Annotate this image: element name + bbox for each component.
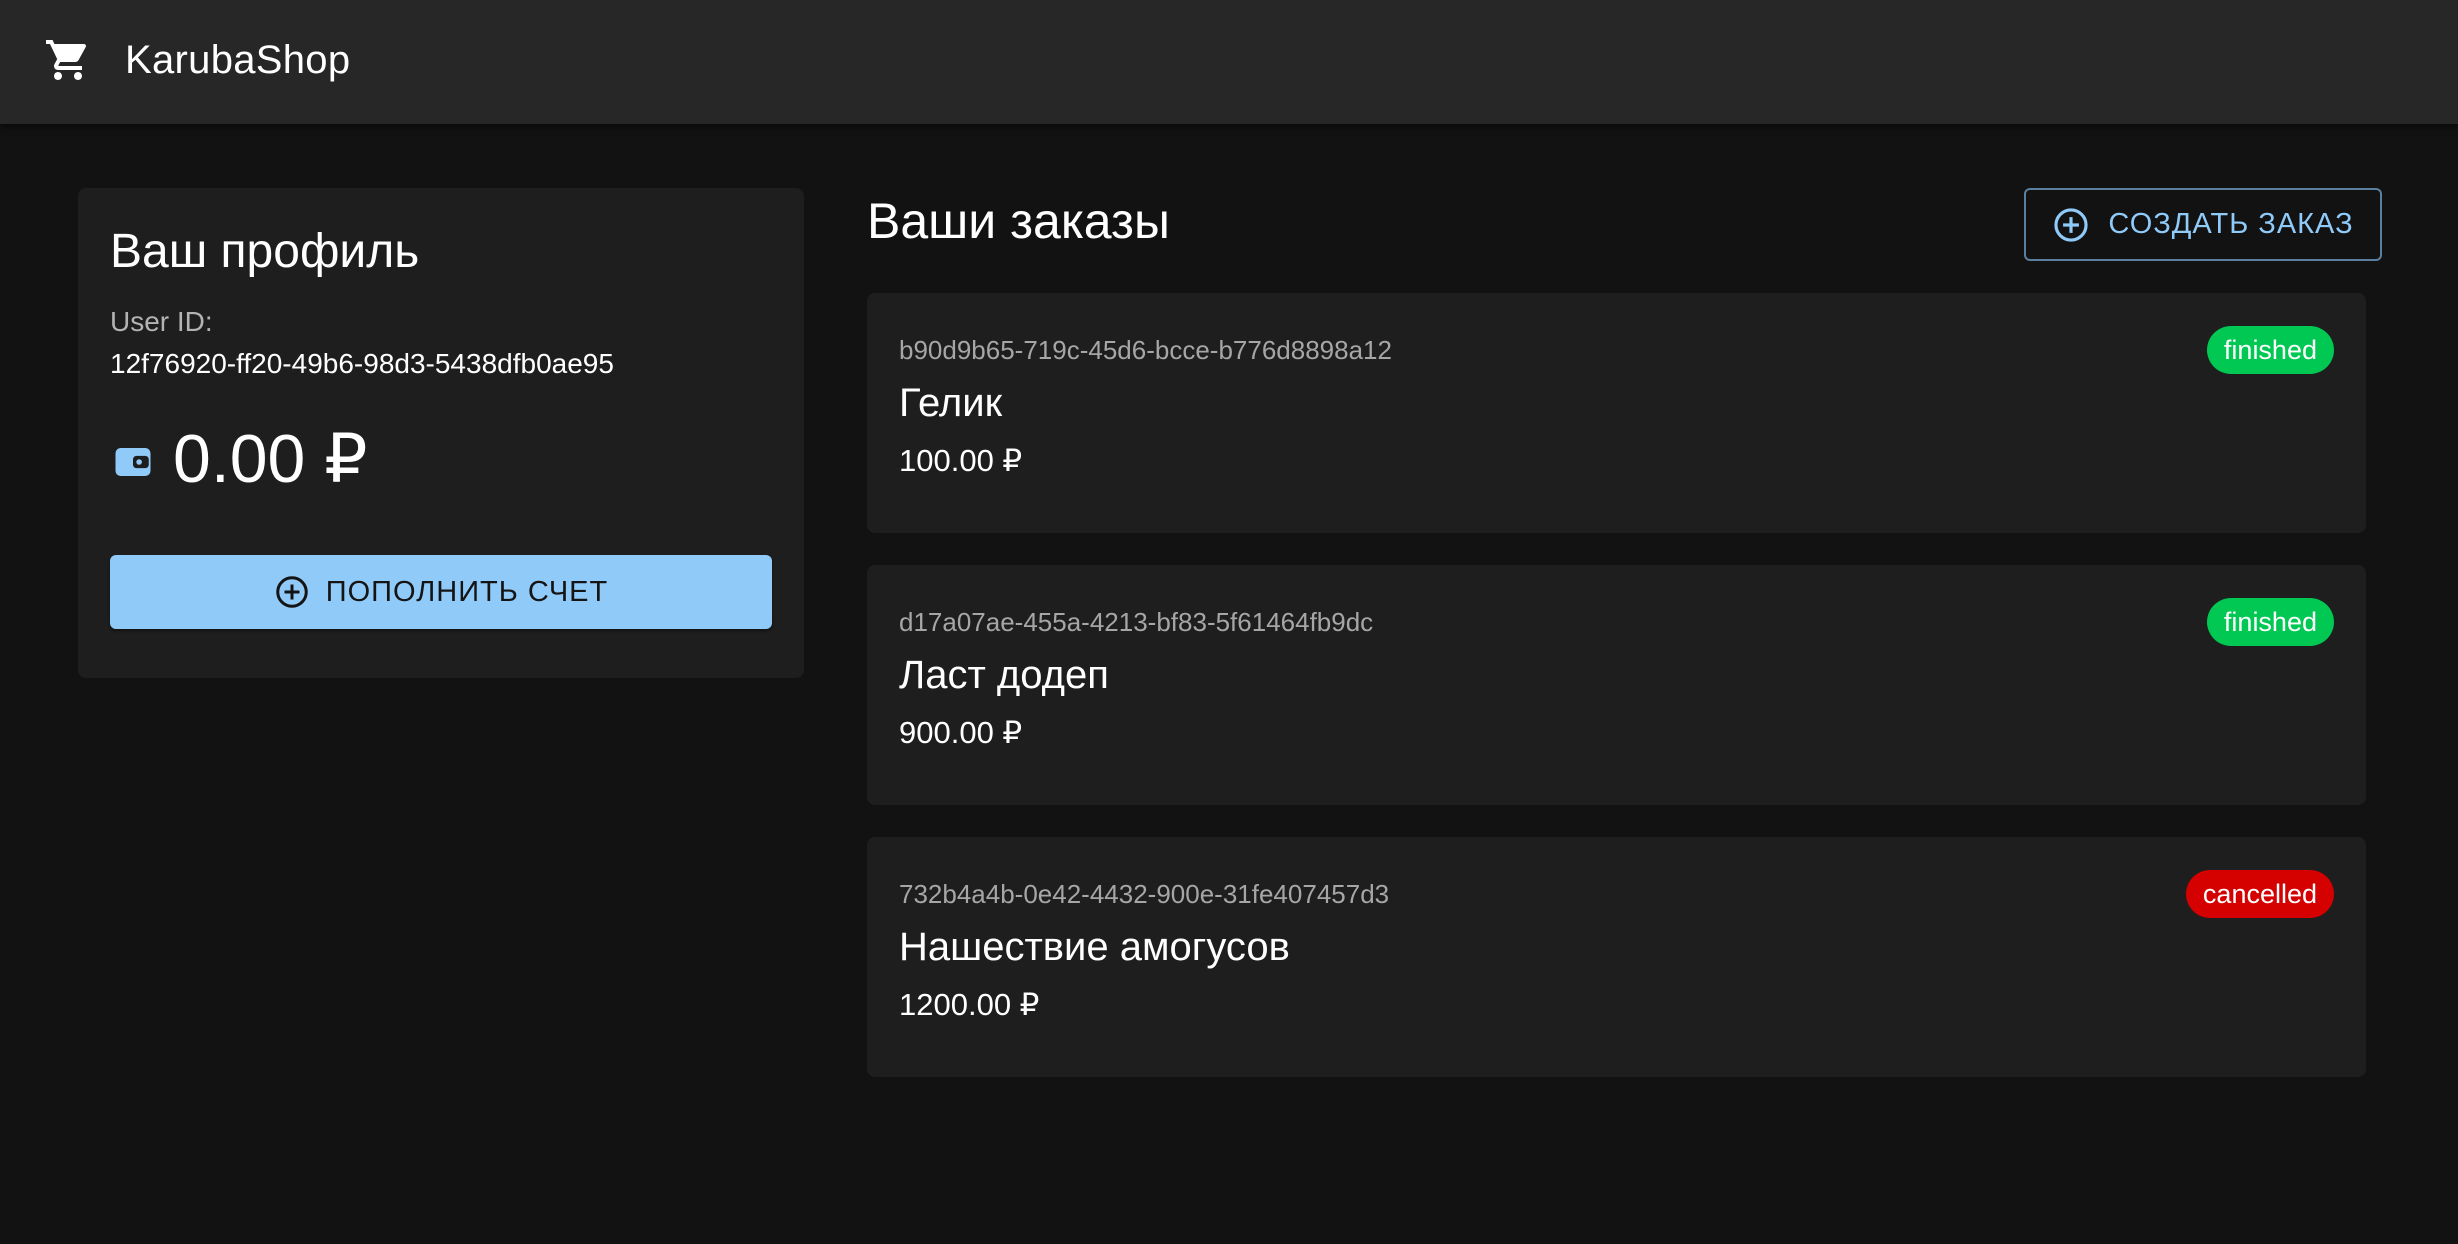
order-card[interactable]: b90d9b65-719c-45d6-bcce-b776d8898a12 Гел… [867,293,2366,533]
shopping-cart-icon[interactable] [44,36,92,84]
order-price: 100.00 ₽ [899,443,1023,478]
profile-card: Ваш профиль User ID: 12f76920-ff20-49b6-… [78,188,804,678]
status-badge: cancelled [2185,870,2334,918]
order-id: 732b4a4b-0e42-4432-900e-31fe407457d3 [899,879,1390,909]
add-circle-icon [276,576,308,608]
create-order-label: СОЗДАТЬ ЗАКАЗ [2108,208,2354,240]
add-circle-icon [2054,207,2089,242]
balance-amount: 0.00 ₽ [173,421,368,497]
brand-title[interactable]: KarubaShop [125,0,350,124]
wallet-icon [115,448,151,476]
user-id-label: User ID: [110,306,213,337]
status-badge: finished [2206,326,2334,374]
order-name: Ласт додеп [899,653,1109,697]
order-name: Гелик [899,381,1003,425]
orders-title: Ваши заказы [867,193,1170,249]
order-price: 900.00 ₽ [899,715,1023,750]
app-bar: KarubaShop [0,0,2458,124]
status-badge: finished [2206,598,2334,646]
profile-title: Ваш профиль [110,225,420,278]
order-id: b90d9b65-719c-45d6-bcce-b776d8898a12 [899,335,1392,365]
order-card[interactable]: d17a07ae-455a-4213-bf83-5f61464fb9dc Лас… [867,565,2366,805]
order-card[interactable]: 732b4a4b-0e42-4432-900e-31fe407457d3 Наш… [867,837,2366,1077]
top-up-button[interactable]: ПОПОЛНИТЬ СЧЕТ [110,555,772,629]
order-price: 1200.00 ₽ [899,987,1040,1022]
order-name: Нашествие амогусов [899,925,1290,969]
order-id: d17a07ae-455a-4213-bf83-5f61464fb9dc [899,607,1374,637]
user-id-value: 12f76920-ff20-49b6-98d3-5438dfb0ae95 [110,348,614,379]
top-up-label: ПОПОЛНИТЬ СЧЕТ [325,575,609,608]
create-order-button[interactable]: СОЗДАТЬ ЗАКАЗ [2024,188,2382,261]
